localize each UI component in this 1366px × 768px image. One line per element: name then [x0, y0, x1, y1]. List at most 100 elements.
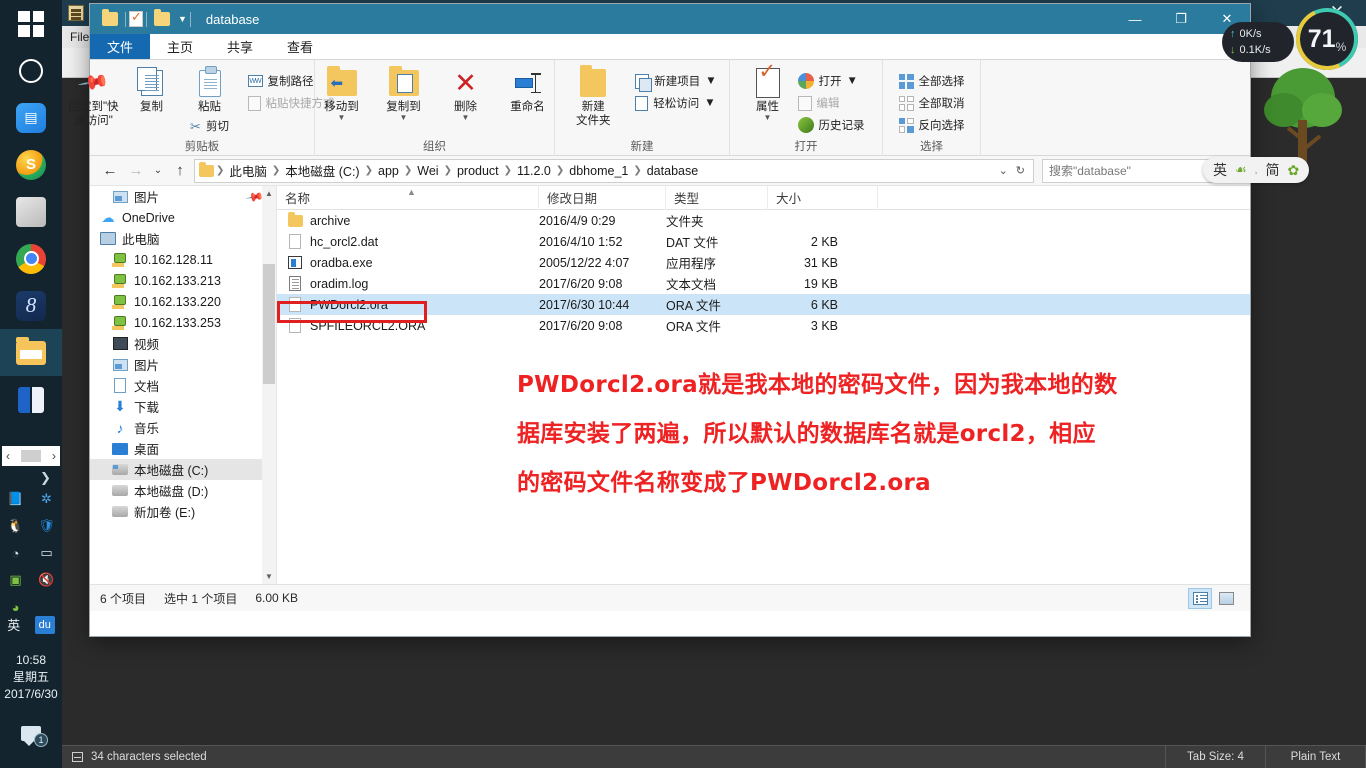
large-icons-view-button[interactable]: [1214, 588, 1238, 609]
copy-button[interactable]: 复制: [123, 66, 181, 114]
ribbon-tabs[interactable]: 文件 主页 共享 查看: [90, 34, 1250, 60]
breadcrumb-item-1[interactable]: 本地磁盘 (C:): [280, 161, 364, 180]
taskbar[interactable]: ▤ S 8 ‹ › ❯ 📘 ✲ 🐧 🛡 ◔ ▭ ▣ 🔇 ◕ 英 du 10:58…: [0, 0, 62, 768]
paste-button[interactable]: 粘贴 ✂ 剪切: [181, 65, 239, 138]
nav-scrollbar[interactable]: ▲ ▼: [262, 186, 276, 584]
scroll-thumb[interactable]: [263, 264, 275, 384]
scroll-left-icon[interactable]: ‹: [6, 449, 10, 463]
move-to-button[interactable]: ⬅ 移动到 ▼: [313, 66, 371, 122]
scroll-thumb[interactable]: [21, 450, 41, 462]
leaf-icon[interactable]: ☙: [1235, 162, 1247, 178]
forward-button[interactable]: →: [124, 159, 148, 183]
nav-item-11[interactable]: ♪ 音乐: [90, 417, 276, 438]
select-all-button[interactable]: 全部选择: [894, 70, 970, 92]
tab-home[interactable]: 主页: [150, 34, 210, 59]
navigation-pane[interactable]: 图片 📌 ☁ OneDrive 此电脑 10.162.128.11 10.162.133.2…: [90, 186, 277, 584]
ime-floating-bar[interactable]: 英 ☙ , 简 ✿: [1203, 157, 1310, 183]
file-explorer-window[interactable]: ▼ database — ❐ ✕ 文件 主页 共享 查看 📌 固定到"快 速访问…: [68, 4, 1250, 636]
breadcrumb-item-6[interactable]: dbhome_1: [564, 164, 633, 178]
scroll-down-icon[interactable]: ▼: [262, 569, 276, 584]
chrome-button[interactable]: [0, 235, 62, 282]
tab-view[interactable]: 查看: [270, 34, 330, 59]
reader-tray-icon[interactable]: 📘: [7, 490, 25, 508]
new-folder-button[interactable]: 新建 文件夹: [562, 65, 624, 128]
breadcrumb-item-2[interactable]: app: [373, 164, 404, 178]
tab-share[interactable]: 共享: [210, 34, 270, 59]
chevron-down-icon[interactable]: ▼: [704, 97, 715, 109]
history-button[interactable]: 历史记录: [793, 114, 870, 136]
nav-item-15[interactable]: 新加卷 (E:): [90, 501, 276, 522]
table-row[interactable]: SPFILEORCL2.ORA 2017/6/20 9:08 ORA 文件 3 KB: [277, 315, 1250, 336]
easy-access-button[interactable]: 轻松访问 ▼: [630, 92, 721, 114]
column-header-size[interactable]: 大小: [768, 185, 878, 210]
copy-to-button[interactable]: 复制到 ▼: [375, 66, 433, 122]
maximize-button[interactable]: ❐: [1158, 4, 1204, 34]
nav-item-10[interactable]: ⬇ 下载: [90, 396, 276, 417]
address-bar-row[interactable]: ← → ⌄ ↑ ❯ 此电脑 ❯ 本地磁盘 (C:) ❯ app ❯ Wei ❯ …: [90, 156, 1250, 186]
baidu-ime-icon[interactable]: du: [34, 615, 55, 634]
breadcrumb-item-4[interactable]: product: [452, 164, 504, 178]
nav-item-9[interactable]: 文档: [90, 375, 276, 396]
chevron-down-icon[interactable]: ▼: [178, 14, 187, 24]
start-button[interactable]: [0, 0, 62, 47]
table-row[interactable]: PWDorcl2.ora 2017/6/30 10:44 ORA 文件 6 KB: [277, 294, 1250, 315]
menu-file[interactable]: File: [70, 30, 89, 44]
nav-item-3[interactable]: 10.162.128.11: [90, 249, 276, 270]
edit-button[interactable]: 编辑: [793, 92, 870, 114]
quick-access-folder-icon[interactable]: [102, 9, 118, 26]
task-view-button[interactable]: ▤: [0, 94, 62, 141]
select-none-button[interactable]: 全部取消: [894, 92, 970, 114]
list-header[interactable]: 名称 修改日期 类型 大小 ▲: [277, 185, 1250, 210]
cortana-search-button[interactable]: [0, 47, 62, 94]
battery-icon[interactable]: ▭: [38, 544, 56, 562]
screenshot-tool-button[interactable]: [0, 188, 62, 235]
view-mode-buttons[interactable]: [1188, 587, 1250, 609]
chevron-down-icon[interactable]: ▼: [847, 75, 858, 87]
nav-item-14[interactable]: 本地磁盘 (D:): [90, 480, 276, 501]
nav-item-4[interactable]: 10.162.133.213: [90, 270, 276, 291]
nav-item-2[interactable]: 此电脑: [90, 228, 276, 249]
ime-tray[interactable]: 英 du: [0, 615, 62, 634]
notification-center-button[interactable]: 1: [0, 726, 62, 747]
address-dropdown-icon[interactable]: ⌄: [999, 164, 1008, 177]
nav-item-1[interactable]: ☁ OneDrive: [90, 207, 276, 228]
rename-button[interactable]: 重命名: [499, 66, 557, 114]
ime-punctuation-icon[interactable]: ,: [1255, 165, 1258, 176]
ime-mode-label[interactable]: 简: [1265, 160, 1279, 180]
chevron-down-icon[interactable]: ▼: [705, 75, 716, 87]
nav-item-12[interactable]: 桌面: [90, 438, 276, 459]
column-header-type[interactable]: 类型: [666, 185, 768, 210]
chevron-down-icon[interactable]: ▼: [338, 114, 346, 122]
cut-button[interactable]: ✂ 剪切: [190, 116, 229, 138]
nav-item-8[interactable]: 图片: [90, 354, 276, 375]
table-row[interactable]: hc_orcl2.dat 2016/4/10 1:52 DAT 文件 2 KB: [277, 231, 1250, 252]
pin-to-quick-access[interactable]: 📌 固定到"快 速访问": [65, 66, 123, 128]
nav-item-13[interactable]: 本地磁盘 (C:): [90, 459, 276, 480]
nav-item-6[interactable]: 10.162.133.253: [90, 312, 276, 333]
open-button[interactable]: 打开 ▼: [793, 70, 870, 92]
app-green-icon[interactable]: ▣: [7, 571, 25, 589]
breadcrumb-item-7[interactable]: database: [642, 164, 703, 178]
security-shield-icon[interactable]: 🛡: [38, 517, 56, 535]
ribbon[interactable]: 📌 固定到"快 速访问" 复制 粘贴 ✂ 剪切 WW 复制路径 粘贴快捷方式 剪…: [68, 60, 1250, 156]
tray-expand-icon[interactable]: ❯: [40, 470, 51, 486]
nav-item-0[interactable]: 图片 📌: [90, 186, 276, 207]
table-row[interactable]: archive 2016/4/9 0:29 文件夹: [277, 210, 1250, 231]
nav-item-5[interactable]: 10.162.133.220: [90, 291, 276, 312]
column-header-date[interactable]: 修改日期: [539, 185, 666, 210]
quick-access-new-folder-icon[interactable]: [154, 9, 170, 26]
recent-locations-button[interactable]: ⌄: [150, 159, 166, 183]
nav-item-7[interactable]: 视频: [90, 333, 276, 354]
gear-icon[interactable]: ✿: [1287, 162, 1299, 179]
scroll-right-icon[interactable]: ›: [52, 449, 56, 463]
minimize-button[interactable]: —: [1112, 4, 1158, 34]
new-item-button[interactable]: 新建项目 ▼: [630, 70, 721, 92]
file-list-pane[interactable]: 名称 修改日期 类型 大小 ▲ archive 2016/4/9 0:29 文件夹 h…: [277, 185, 1250, 584]
qq-penguin-icon[interactable]: 🐧: [7, 517, 25, 535]
delete-button[interactable]: ✕ 删除 ▼: [437, 66, 495, 122]
breadcrumb-item-3[interactable]: Wei: [412, 164, 443, 178]
ime-language-indicator[interactable]: 英: [7, 615, 20, 634]
scroll-up-icon[interactable]: ▲: [262, 186, 276, 201]
cpu-usage-ring-widget[interactable]: 71 %: [1296, 8, 1358, 70]
table-row[interactable]: oradim.log 2017/6/20 9:08 文本文档 19 KB: [277, 273, 1250, 294]
